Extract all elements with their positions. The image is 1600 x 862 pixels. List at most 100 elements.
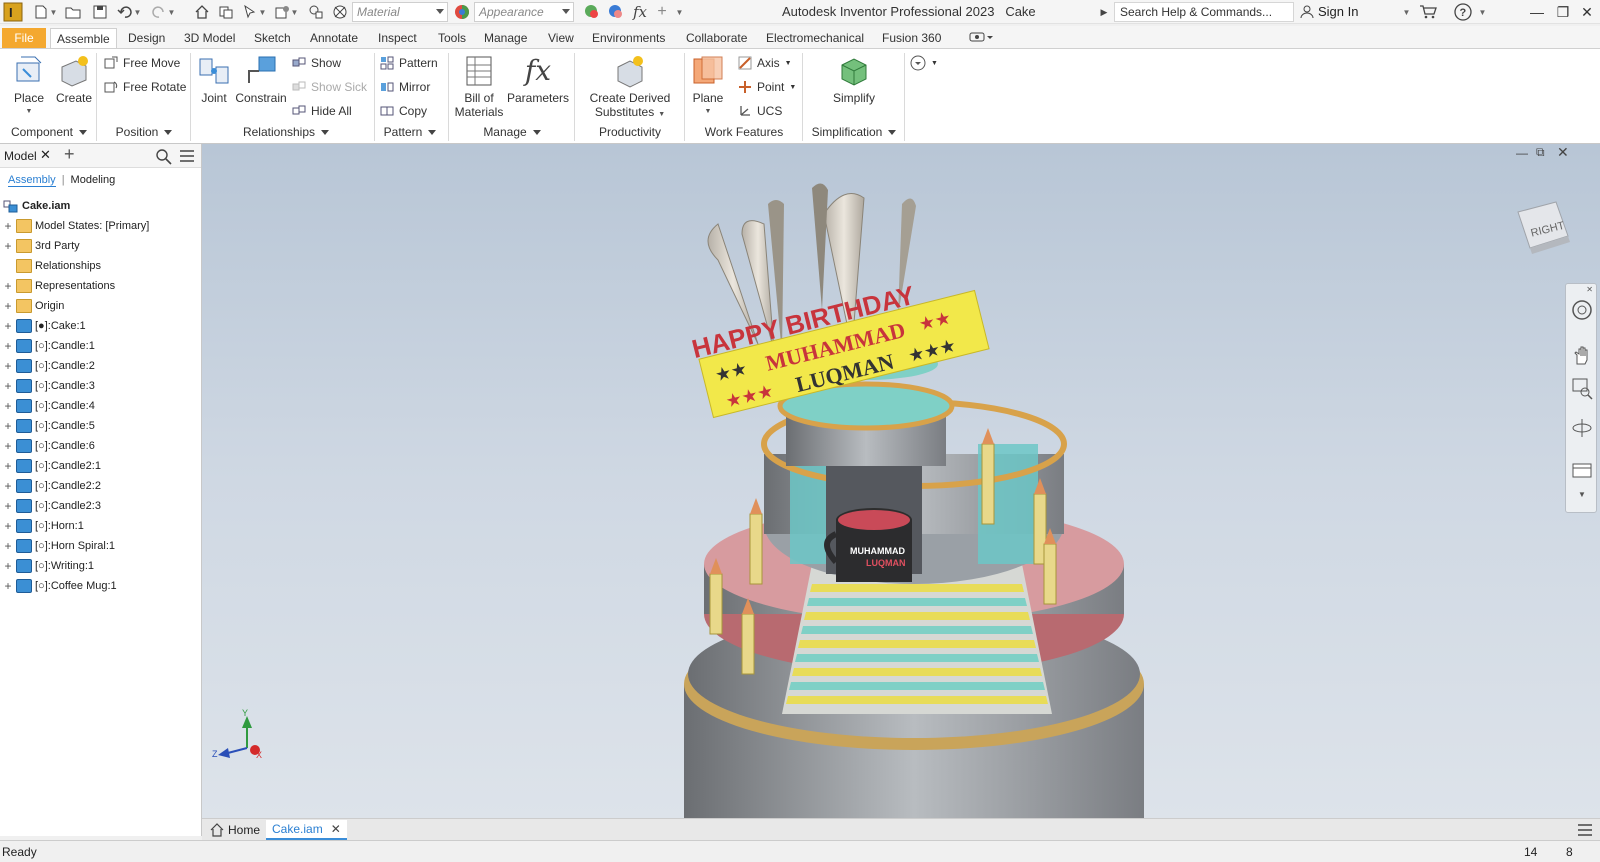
expand-icon[interactable]: + [3, 439, 13, 453]
show-button[interactable]: Show [292, 53, 341, 73]
cake-model-render[interactable]: MUHAMMAD LUQMAN HAPPY BIRTHDAY MUHAMMAD … [202, 144, 1600, 818]
sign-in-dropdown-icon[interactable]: ▼ [1400, 2, 1412, 22]
tree-node[interactable]: + [○]:Coffee Mug:1 [0, 576, 117, 596]
tree-node[interactable]: + [○]:Candle2:3 [0, 496, 101, 516]
expand-icon[interactable]: + [3, 539, 13, 553]
tab-tools[interactable]: Tools [432, 28, 472, 48]
browser-search-icon[interactable] [156, 149, 172, 165]
free-rotate-button[interactable]: Free Rotate [104, 77, 186, 97]
mirror-button[interactable]: Mirror [380, 77, 430, 97]
viewport-minimize-icon[interactable]: — [1516, 146, 1528, 160]
copy-button[interactable]: Copy [380, 101, 427, 121]
help-icon[interactable]: ? [1452, 2, 1474, 22]
subtab-assembly[interactable]: Assembly [8, 174, 56, 187]
help-dropdown-icon[interactable]: ▼ [1476, 2, 1488, 22]
tab-sketch[interactable]: Sketch [248, 28, 297, 48]
tab-file[interactable]: File [2, 28, 46, 48]
tree-node[interactable]: + [○]:Writing:1 [0, 556, 94, 576]
tree-node[interactable]: + [○]:Candle:3 [0, 376, 95, 396]
viewport-close-icon[interactable]: ✕ [1557, 144, 1569, 161]
tab-assemble[interactable]: Assemble [50, 28, 117, 48]
ilogic-icon[interactable] [306, 2, 326, 22]
adjust-appearance-icon[interactable] [582, 2, 602, 22]
tree-node[interactable]: + [○]:Candle:1 [0, 336, 95, 356]
sign-in-button[interactable]: Sign In [1300, 4, 1358, 19]
tree-node[interactable]: + [○]:Candle2:2 [0, 476, 101, 496]
tab-design[interactable]: Design [122, 28, 171, 48]
tree-node[interactable]: + Representations [0, 276, 115, 296]
tab-3d-model[interactable]: 3D Model [178, 28, 241, 48]
ucs-button[interactable]: UCS [738, 101, 782, 121]
new-file-icon[interactable]: ▼ [30, 2, 60, 22]
create-derived-substitutes-button[interactable]: Create Derived Substitutes ▼ [580, 53, 680, 122]
search-expand-icon[interactable]: ▶ [1098, 2, 1110, 22]
browser-menu-icon[interactable] [180, 150, 194, 162]
tree-node[interactable]: + Origin [0, 296, 64, 316]
expand-icon[interactable]: + [3, 579, 13, 593]
expand-icon[interactable]: + [3, 239, 13, 253]
material-icon[interactable] [330, 2, 350, 22]
appearance-icon[interactable] [452, 2, 472, 22]
axis-button[interactable]: Axis ▼ [738, 53, 792, 73]
tab-manage[interactable]: Manage [478, 28, 533, 48]
expand-icon[interactable]: + [3, 359, 13, 373]
close-browser-tab-icon[interactable]: ✕ [40, 147, 51, 163]
expand-icon[interactable]: + [3, 479, 13, 493]
viewport-maximize-icon[interactable]: ⧉ [1536, 145, 1545, 160]
material-dropdown[interactable]: Material [352, 2, 448, 22]
parameters-button[interactable]: fx Parameters [506, 53, 570, 105]
tab-annotate[interactable]: Annotate [304, 28, 364, 48]
pan-hand-icon[interactable] [1570, 344, 1594, 368]
close-doc-tab-icon[interactable]: ✕ [331, 819, 341, 839]
close-button[interactable]: ✕ [1572, 0, 1600, 24]
browser-tab-model[interactable]: Model [4, 149, 37, 163]
add-icon[interactable]: + [654, 2, 670, 22]
constrain-button[interactable]: Constrain [234, 53, 288, 105]
pattern-panel-label[interactable]: Pattern [376, 125, 444, 141]
cart-icon[interactable] [1418, 2, 1438, 22]
help-search-input[interactable]: Search Help & Commands... [1114, 2, 1294, 22]
expand-icon[interactable]: + [3, 499, 13, 513]
tab-view[interactable]: View [542, 28, 580, 48]
tree-node[interactable]: + [●]:Cake:1 [0, 316, 86, 336]
fx-icon[interactable]: fx [630, 2, 650, 22]
orbit-icon[interactable] [1570, 416, 1594, 440]
expand-icon[interactable]: + [3, 319, 13, 333]
select-filter-icon[interactable]: ▼ [240, 2, 268, 22]
tab-environments[interactable]: Environments [586, 28, 671, 48]
tab-inspect[interactable]: Inspect [372, 28, 423, 48]
relationships-panel-label[interactable]: Relationships [196, 125, 376, 141]
customize-quick-access-icon[interactable]: ▼ [672, 2, 686, 22]
create-button[interactable]: Create [54, 53, 94, 105]
appearance-dropdown[interactable]: Appearance [474, 2, 574, 22]
bill-of-materials-button[interactable]: Bill of Materials [454, 53, 504, 119]
app-logo-icon[interactable]: I [2, 2, 24, 22]
point-button[interactable]: Point ▼ [738, 77, 796, 97]
simplify-button[interactable]: Simplify [826, 53, 882, 105]
tree-node[interactable]: + [○]:Candle:6 [0, 436, 95, 456]
update-icon[interactable]: ▼ [272, 2, 300, 22]
tree-node[interactable]: + [○]:Candle:2 [0, 356, 95, 376]
expand-icon[interactable]: + [3, 399, 13, 413]
tree-root-node[interactable]: Cake.iam [0, 196, 70, 216]
show-sick-button[interactable]: Show Sick [292, 77, 367, 97]
expand-icon[interactable]: + [3, 459, 13, 473]
view-face-icon[interactable] [1570, 458, 1594, 482]
navbar-customize-icon[interactable]: ▼ [1578, 490, 1586, 499]
clear-appearance-icon[interactable] [606, 2, 626, 22]
zoom-window-icon[interactable] [1570, 376, 1594, 400]
hide-all-button[interactable]: Hide All [292, 101, 352, 121]
expand-icon[interactable]: + [3, 519, 13, 533]
graphics-viewport[interactable]: MUHAMMAD LUQMAN HAPPY BIRTHDAY MUHAMMAD … [202, 144, 1600, 818]
pattern-button[interactable]: Pattern [380, 53, 438, 73]
free-move-button[interactable]: Free Move [104, 53, 180, 73]
position-panel-label[interactable]: Position [104, 125, 184, 141]
expand-icon[interactable]: + [3, 559, 13, 573]
tree-node[interactable]: + [○]:Candle:4 [0, 396, 95, 416]
cake-document-tab[interactable]: Cake.iam ✕ [266, 820, 347, 840]
tab-electromechanical[interactable]: Electromechanical [760, 28, 870, 48]
redo-icon[interactable]: ▼ [148, 2, 178, 22]
tree-node[interactable]: + [○]:Candle2:1 [0, 456, 101, 476]
expand-icon[interactable]: + [3, 339, 13, 353]
place-button[interactable]: Place ▼ [8, 53, 50, 119]
